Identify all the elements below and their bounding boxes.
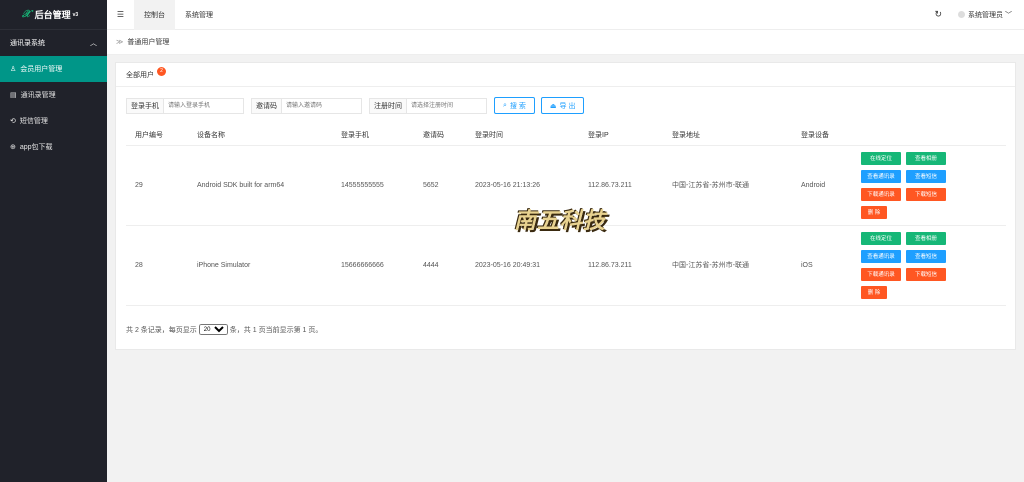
menu-toggle-icon[interactable]: ☰ [107,10,134,19]
user-icon: ♙ [10,66,17,73]
col-header: 登录手机 [332,125,414,146]
phone-input[interactable] [164,97,244,114]
download-contacts-button[interactable]: 下载通讯录 [861,267,901,281]
download-contacts-button[interactable]: 下载通讯录 [861,187,901,201]
search-icon: ⌕ [503,101,507,109]
cell: iPhone Simulator [188,225,332,306]
export-label: 导 出 [559,102,576,110]
sidebar-item-sms[interactable]: ⟲ 短信管理 [0,108,107,134]
watermark-logo: 南五科技 [514,208,607,234]
time-label: 注册时间 [369,97,407,114]
view-contacts-button[interactable]: 查看通讯录 [861,169,901,183]
col-header-ops [852,125,1006,146]
view-sms-button[interactable]: 查看短信 [906,169,946,183]
breadcrumb-text: 普通用户管理 [127,39,170,46]
refresh-icon[interactable]: ↻ [935,9,943,20]
pager-text-pre: 共 2 条记录，每页显示 [126,326,197,334]
chevron-down-icon: ﹀ [1005,11,1012,19]
user-menu[interactable]: 系统管理员 ﹀ [958,10,1012,20]
phone-label: 登录手机 [126,97,164,114]
view-album-button[interactable]: 查看相册 [906,151,946,165]
view-sms-button[interactable]: 查看短信 [906,249,946,263]
col-header: 登录地址 [663,125,792,146]
sidebar: 𝒳 后台管理 v3 通讯录系统 ︿ ♙ 会员用户管理 ▤ 通讯录管理 ⟲ 短信管… [0,0,107,482]
cell: 29 [126,145,188,226]
avatar [958,11,966,19]
download-sms-button[interactable]: 下载短信 [906,267,946,281]
breadcrumb: ≫ 普通用户管理 [107,30,1024,55]
tab-console[interactable]: 控制台 [134,0,175,30]
sidebar-item-label: app包下载 [19,144,53,151]
col-header: 登录时间 [466,125,579,146]
search-button[interactable]: ⌕ 搜 索 [494,97,535,114]
page-size-select[interactable]: 20 [198,324,228,335]
sidebar-item-download[interactable]: ⊕ app包下载 [0,134,107,160]
logo-version: v3 [72,11,79,18]
sidebar-item-label: 通讯录管理 [20,92,56,99]
pager-text-post: 条，共 1 页当前显示第 1 页。 [229,326,323,334]
menu-group-contacts[interactable]: 通讯录系统 ︿ [0,30,107,56]
cell: 中国-江苏省-苏州市-联通 [663,225,792,306]
contacts-icon: ▤ [10,92,17,99]
search-label: 搜 索 [509,102,526,110]
top-bar: ☰ 控制台 系统管理 ↻ 系统管理员 ﹀ [107,0,1024,30]
chevron-up-icon: ︿ [90,40,97,47]
user-name: 系统管理员 [968,11,1004,19]
logo[interactable]: 𝒳 后台管理 v3 [0,0,107,30]
logo-icon: 𝒳 [22,9,31,20]
filter-bar: 登录手机 邀请码 注册时间 ⌕搜 索 ⏏导 出 [126,97,590,114]
view-contacts-button[interactable]: 查看通讯录 [861,249,901,263]
col-header: 邀请码 [414,125,466,146]
time-input[interactable] [407,97,487,114]
delete-button[interactable]: 删 除 [861,205,887,219]
download-icon: ⊕ [10,144,16,151]
delete-button[interactable]: 删 除 [861,285,887,299]
cell: 14555555555 [332,145,414,226]
message-icon: ⟲ [10,118,16,125]
card-header: 全部用户 2 [116,63,1015,87]
ops-cell: 在线定位 查看相册 查看通讯录 查看短信 下载通讯录 下载短信 删 除 [852,145,1006,226]
cell: Android SDK built for arm64 [188,145,332,226]
ops-cell: 在线定位 查看相册 查看通讯录 查看短信 下载通讯录 下载短信 删 除 [852,225,1006,306]
sidebar-item-contacts[interactable]: ▤ 通讯录管理 [0,82,107,108]
col-header: 登录IP [579,125,663,146]
export-button[interactable]: ⏏ 导 出 [540,97,585,114]
view-album-button[interactable]: 查看相册 [906,231,946,245]
sidebar-item-label: 短信管理 [19,118,48,125]
menu-group-label: 通讯录系统 [10,40,45,47]
cell: 5652 [414,145,466,226]
cell: 4444 [414,225,466,306]
col-header: 设备名称 [188,125,332,146]
pagination: 共 2 条记录，每页显示 20 条，共 1 页当前显示第 1 页。 [126,324,322,335]
cell: 15666666666 [332,225,414,306]
invite-input[interactable] [282,97,362,114]
col-header: 登录设备 [792,125,852,146]
col-header: 用户编号 [126,125,188,146]
count-badge: 2 [157,67,166,76]
cell: 28 [126,225,188,306]
cell: 中国-江苏省-苏州市-联通 [663,145,792,226]
locate-button[interactable]: 在线定位 [861,151,901,165]
locate-button[interactable]: 在线定位 [861,231,901,245]
sidebar-item-members[interactable]: ♙ 会员用户管理 [0,56,107,82]
sidebar-item-label: 会员用户管理 [20,66,63,73]
cell: Android [792,145,852,226]
logo-text: 后台管理 [34,10,71,20]
download-sms-button[interactable]: 下载短信 [906,187,946,201]
invite-label: 邀请码 [251,97,282,114]
table-header-row: 用户编号 设备名称 登录手机 邀请码 登录时间 登录IP 登录地址 登录设备 [126,125,1006,146]
cell: iOS [792,225,852,306]
breadcrumb-icon: ≫ [116,39,124,46]
tab-system[interactable]: 系统管理 [175,0,223,30]
export-icon: ⏏ [549,102,557,110]
card-title: 全部用户 [126,71,154,79]
